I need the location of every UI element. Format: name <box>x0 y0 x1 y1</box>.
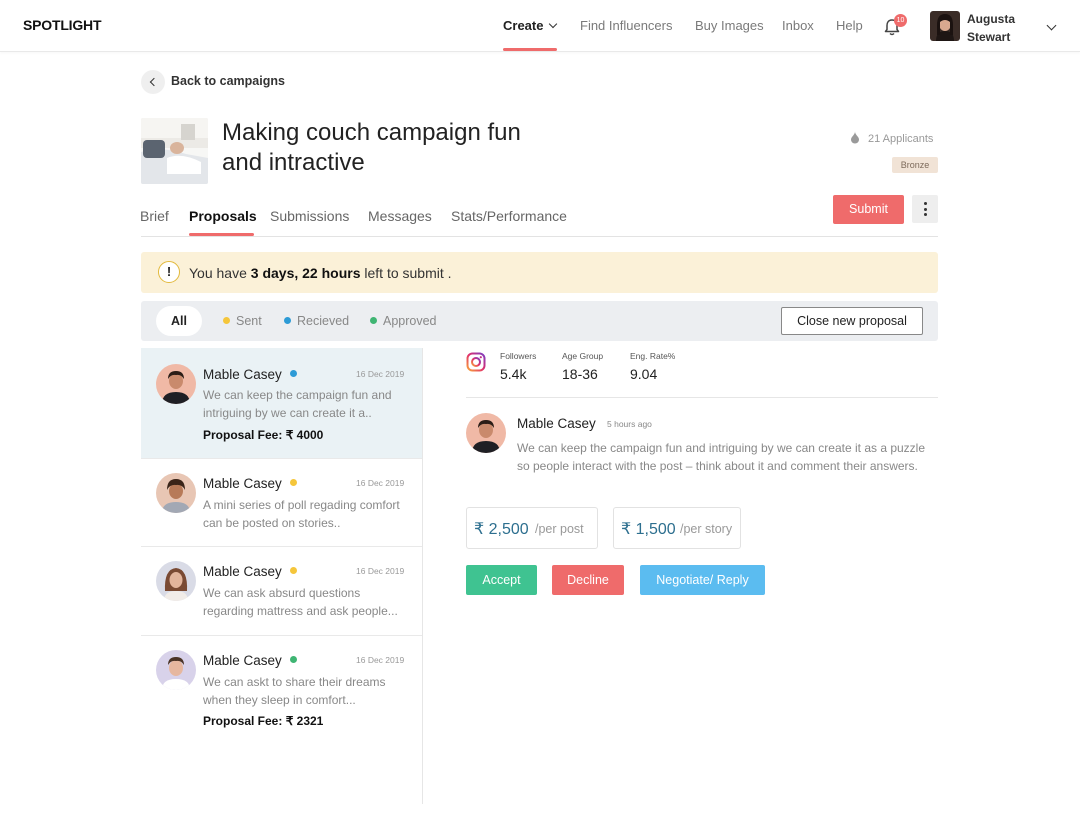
tab-messages[interactable]: Messages <box>368 208 432 224</box>
list-item[interactable]: Mable Casey 16 Dec 2019 We can keep the … <box>141 348 422 459</box>
back-to-campaigns-link[interactable]: Back to campaigns <box>171 74 285 88</box>
notification-badge: 10 <box>894 14 907 27</box>
tab-brief[interactable]: Brief <box>140 208 169 224</box>
status-dot <box>289 567 297 574</box>
proposal-preview: We can askt to share their dreams when t… <box>203 675 386 707</box>
post-price-unit: /per post <box>535 522 584 536</box>
proposer-name: Mable Casey <box>203 476 297 491</box>
deadline-alert: ! You have 3 days, 22 hours left to subm… <box>141 252 938 293</box>
status-dot <box>289 479 297 486</box>
user-name[interactable]: Augusta Stewart <box>967 10 1037 46</box>
detail-message: We can keep the campaign fun and intrigu… <box>517 441 926 473</box>
chevron-left-icon <box>149 77 159 87</box>
campaign-thumbnail <box>141 118 208 184</box>
back-button[interactable] <box>141 70 165 94</box>
status-dot <box>284 317 291 324</box>
avatar <box>156 561 196 601</box>
proposal-list: Mable Casey 16 Dec 2019 We can keep the … <box>141 348 423 804</box>
detail-timestamp: 5 hours ago <box>607 419 652 429</box>
nav-find-influencers[interactable]: Find Influencers <box>580 18 673 33</box>
nav-active-indicator <box>503 48 557 51</box>
chevron-down-icon <box>549 19 558 29</box>
post-price: ₹ 2,500 <box>474 521 529 538</box>
nav-help[interactable]: Help <box>836 18 863 33</box>
tab-submissions[interactable]: Submissions <box>270 208 349 224</box>
more-options-button[interactable] <box>912 195 938 223</box>
tabs-divider <box>141 236 938 237</box>
filter-all[interactable]: All <box>156 306 202 336</box>
warning-icon: ! <box>158 261 180 283</box>
proposal-date: 16 Dec 2019 <box>356 478 405 488</box>
proposer-name: Mable Casey <box>203 367 297 382</box>
list-item[interactable]: Mable Casey 16 Dec 2019 A mini series of… <box>141 459 422 547</box>
status-dot <box>289 656 297 663</box>
status-dot <box>223 317 230 324</box>
avatar <box>466 413 506 453</box>
negotiate-reply-button[interactable]: Negotiate/ Reply <box>640 565 765 595</box>
user-avatar[interactable] <box>930 11 960 41</box>
age-group-value: 18-36 <box>562 366 598 382</box>
followers-value: 5.4k <box>500 366 527 382</box>
detail-proposer-name: Mable Casey <box>517 416 596 431</box>
proposal-date: 16 Dec 2019 <box>356 566 405 576</box>
deadline-text: You have 3 days, 22 hours left to submit… <box>189 265 452 281</box>
proposer-name: Mable Casey <box>203 564 297 579</box>
avatar <box>156 650 196 690</box>
accept-button[interactable]: Accept <box>466 565 537 595</box>
followers-label: Followers <box>500 351 537 361</box>
top-nav: SPOTLIGHT Create Find Influencers Buy Im… <box>0 0 1080 52</box>
close-new-proposal-button[interactable]: Close new proposal <box>781 307 923 335</box>
price-per-story: ₹ 1,500 /per story <box>613 507 741 549</box>
proposal-fee: Proposal Fee: ₹ 4000 <box>203 428 324 442</box>
proposal-filter-bar: All Sent Recieved Approved Close new pro… <box>141 301 938 341</box>
nav-create[interactable]: Create <box>503 18 558 33</box>
applicants-count: 21 Applicants <box>850 131 933 145</box>
flame-icon <box>851 131 859 144</box>
proposal-date: 16 Dec 2019 <box>356 655 405 665</box>
engagement-rate-label: Eng. Rate% <box>630 351 676 361</box>
proposal-preview: We can ask absurd questions regarding ma… <box>203 586 398 618</box>
avatar <box>156 364 196 404</box>
tab-proposals[interactable]: Proposals <box>189 208 257 224</box>
submit-button[interactable]: Submit <box>833 195 904 224</box>
brand-logo[interactable]: SPOTLIGHT <box>23 17 102 33</box>
story-price-unit: /per story <box>680 522 733 536</box>
engagement-rate-value: 9.04 <box>630 366 658 382</box>
proposer-name: Mable Casey <box>203 653 297 668</box>
tab-stats-performance[interactable]: Stats/Performance <box>451 208 567 224</box>
filter-sent[interactable]: Sent <box>223 314 262 328</box>
proposal-preview: We can keep the campaign fun and intrigu… <box>203 388 392 420</box>
nav-buy-images[interactable]: Buy Images <box>695 18 764 33</box>
price-per-post: ₹ 2,500 /per post <box>466 507 598 549</box>
decline-button[interactable]: Decline <box>552 565 624 595</box>
avatar <box>156 473 196 513</box>
proposal-preview: A mini series of poll regading comfort c… <box>203 498 400 530</box>
list-item[interactable]: Mable Casey 16 Dec 2019 We can askt to s… <box>141 636 422 744</box>
chevron-down-icon[interactable] <box>1046 20 1057 31</box>
tier-badge: Bronze <box>892 157 938 173</box>
proposal-date: 16 Dec 2019 <box>356 369 405 379</box>
filter-approved[interactable]: Approved <box>370 314 437 328</box>
filter-received[interactable]: Recieved <box>284 314 349 328</box>
age-group-label: Age Group <box>562 351 604 361</box>
detail-divider <box>466 397 938 398</box>
instagram-icon <box>466 352 486 372</box>
list-item[interactable]: Mable Casey 16 Dec 2019 We can ask absur… <box>141 547 422 636</box>
campaign-title: Making couch campaign fun and intractive <box>222 119 521 176</box>
proposal-fee: Proposal Fee: ₹ 2321 <box>203 714 324 728</box>
status-dot <box>370 317 377 324</box>
status-dot <box>289 370 297 377</box>
story-price: ₹ 1,500 <box>621 521 676 538</box>
nav-inbox[interactable]: Inbox <box>782 18 814 33</box>
